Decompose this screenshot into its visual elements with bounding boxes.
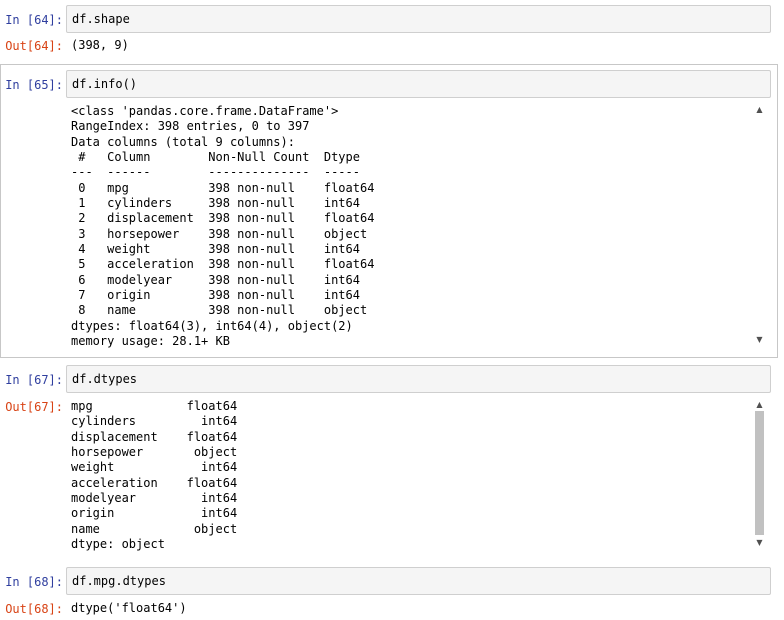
code-cell-67[interactable]: In [67]: df.dtypes Out[67]: mpg float64 … bbox=[0, 362, 778, 558]
code-cell-68[interactable]: In [68]: df.mpg.dtypes Out[68]: dtype('f… bbox=[0, 562, 778, 620]
code-input[interactable]: df.info() bbox=[66, 70, 771, 98]
out-prompt: Out[64]: bbox=[5, 39, 63, 53]
scroll-up-icon[interactable]: ▲ bbox=[754, 399, 765, 411]
cell-output: dtype('float64') bbox=[71, 601, 187, 615]
scrollbar-thumb[interactable] bbox=[755, 411, 764, 535]
scrollable-output[interactable]: mpg float64 cylinders int64 displacement… bbox=[66, 397, 771, 552]
in-prompt: In [68]: bbox=[5, 575, 63, 589]
scroll-down-icon[interactable]: ▼ bbox=[754, 537, 765, 549]
scrollable-output[interactable]: <class 'pandas.core.frame.DataFrame'> Ra… bbox=[66, 102, 771, 350]
scroll-up-icon[interactable]: ▲ bbox=[754, 104, 765, 116]
code-cell-64[interactable]: In [64]: df.shape Out[64]: (398, 9) bbox=[0, 0, 778, 62]
scroll-down-icon[interactable]: ▼ bbox=[754, 334, 765, 346]
in-prompt: In [64]: bbox=[5, 13, 63, 27]
out-prompt: Out[68]: bbox=[5, 602, 63, 616]
cell-output: mpg float64 cylinders int64 displacement… bbox=[71, 399, 238, 552]
code-input[interactable]: df.shape bbox=[66, 5, 771, 33]
cell-output: <class 'pandas.core.frame.DataFrame'> Ra… bbox=[71, 104, 375, 349]
output-scrollbar[interactable]: ▲ ▼ bbox=[754, 397, 765, 552]
out-prompt: Out[67]: bbox=[5, 400, 63, 414]
code-cell-65[interactable]: In [65]: df.info() <class 'pandas.core.f… bbox=[0, 64, 778, 358]
output-scrollbar[interactable]: ▲ ▼ bbox=[754, 102, 765, 350]
cell-output: (398, 9) bbox=[71, 38, 129, 52]
code-input[interactable]: df.mpg.dtypes bbox=[66, 567, 771, 595]
code-input[interactable]: df.dtypes bbox=[66, 365, 771, 393]
in-prompt: In [67]: bbox=[5, 373, 63, 387]
in-prompt: In [65]: bbox=[5, 78, 63, 92]
